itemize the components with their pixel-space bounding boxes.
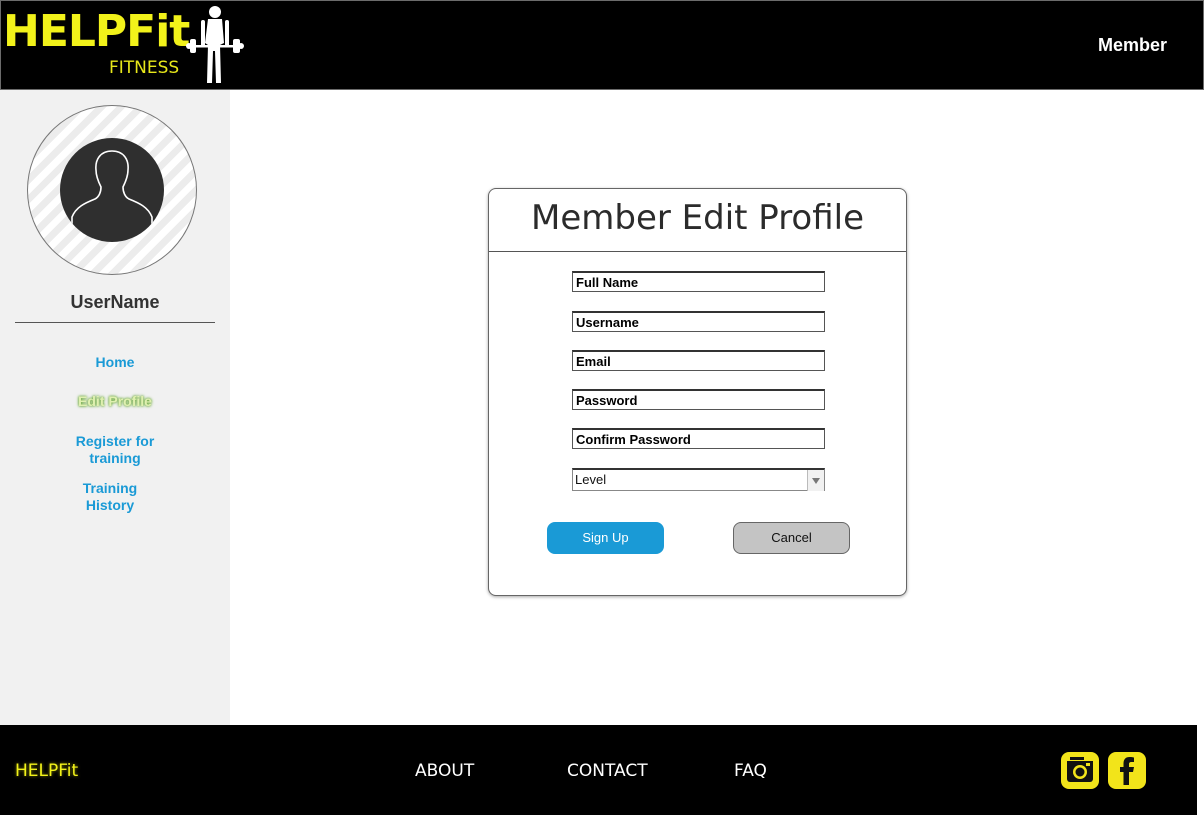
sidebar: UserName Home Edit Profile Register for … [0,90,230,725]
sidebar-item-register-training[interactable]: Register for training [40,433,190,467]
logo-title: HELPFit [3,6,190,57]
level-select-value: Level [575,472,607,487]
sidebar-item-training-history[interactable]: Training History [35,480,185,514]
cancel-button[interactable]: Cancel [733,522,850,554]
avatar[interactable] [27,105,197,275]
edit-profile-card: Member Edit Profile Level Sign Up Cancel [488,188,907,596]
footer: HELPFit ABOUT CONTACT FAQ [0,725,1197,815]
chevron-down-icon[interactable] [807,470,824,491]
card-divider [489,251,906,252]
page-title: Member Edit Profile [530,198,865,238]
password-field[interactable] [572,389,825,410]
sidebar-divider [15,322,215,323]
logo-subtitle: FITNESS [109,58,180,78]
sign-up-button[interactable]: Sign Up [547,522,664,554]
full-name-field[interactable] [572,271,825,292]
user-silhouette-icon [60,138,164,242]
level-select[interactable]: Level [572,468,825,491]
footer-link-about[interactable]: ABOUT [415,761,474,781]
instagram-icon[interactable] [1061,752,1099,789]
footer-link-faq[interactable]: FAQ [734,761,767,781]
username-field[interactable] [572,311,825,332]
username-label: UserName [70,292,160,312]
sidebar-item-home[interactable]: Home [40,354,190,371]
facebook-icon[interactable] [1108,752,1146,789]
facebook-glyph [1120,757,1134,785]
helpfit-logo[interactable]: HELPFit FITNESS [1,1,246,89]
weightlifter-icon [186,6,244,83]
sidebar-item-edit-profile[interactable]: Edit Profile [40,393,190,410]
instagram-glyph [1067,757,1093,782]
footer-brand[interactable]: HELPFit [15,761,78,781]
user-role-label: Member [1097,35,1167,55]
confirm-password-field[interactable] [572,428,825,449]
top-header: HELPFit FITNESS Member [0,0,1204,90]
footer-link-contact[interactable]: CONTACT [567,761,648,781]
email-field[interactable] [572,350,825,371]
